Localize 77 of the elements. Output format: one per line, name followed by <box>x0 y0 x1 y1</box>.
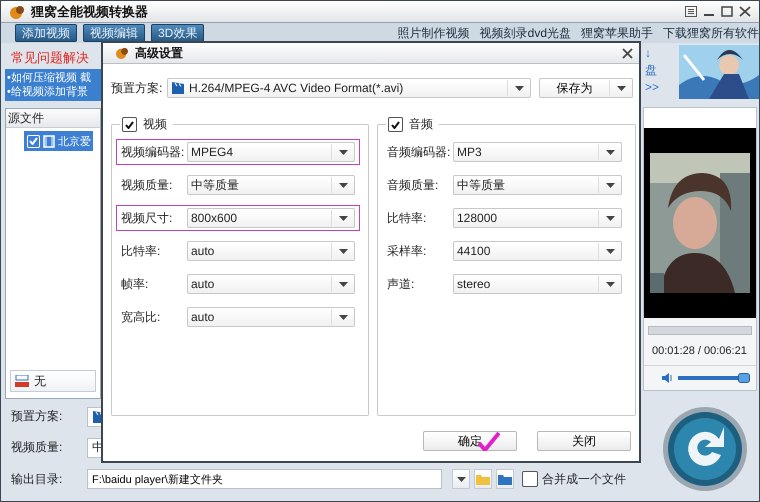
field-label: 视频质量: <box>11 439 64 456</box>
menu-icon[interactable] <box>685 6 697 17</box>
field-label: 输出目录: <box>11 470 64 488</box>
dropdown[interactable]: 128000 <box>453 208 622 228</box>
toolbar-link[interactable]: 照片制作视频 <box>398 24 470 42</box>
field-label: 音频编码器: <box>387 144 452 160</box>
field-label: 采样率: <box>387 242 428 260</box>
checkbox[interactable] <box>388 117 403 132</box>
time-display: 00:01:28 / 00:06:21 <box>651 344 748 359</box>
dialog-title: 高级设置 <box>135 44 183 62</box>
browse-button[interactable] <box>496 469 514 490</box>
dropdown[interactable]: MPEG4 <box>187 142 355 162</box>
checkbox-label: 合并成一个文件 <box>542 470 626 488</box>
dropdown[interactable]: auto <box>187 307 355 327</box>
speaker-icon[interactable] <box>662 373 674 383</box>
folder-icon <box>498 474 512 485</box>
dropdown[interactable]: stereo <box>453 274 622 294</box>
app-logo-icon <box>115 47 129 59</box>
folder-icon <box>476 474 490 485</box>
close-icon[interactable] <box>739 6 751 17</box>
toolbar-button[interactable]: 添加视频 <box>15 24 77 42</box>
save-as-button[interactable]: 保存为 <box>539 78 633 98</box>
faq-link[interactable]: •给视频添加背景 <box>7 85 99 99</box>
dropdown[interactable]: 800x600 <box>187 208 355 228</box>
ad-link[interactable]: 盘 <box>645 62 657 79</box>
toolbar-link[interactable]: 视频刻录dvd光盘 <box>480 24 571 42</box>
preset-dropdown[interactable]: H.264/MPEG-4 AVC Video Format(*.avi) <box>167 78 531 98</box>
convert-button[interactable] <box>661 405 749 493</box>
close-icon[interactable] <box>622 48 633 58</box>
window-title: 狸窝全能视频转换器 <box>31 2 148 20</box>
dropdown[interactable]: 中等质量 <box>453 175 622 195</box>
progress-track[interactable] <box>648 326 752 335</box>
group-title: 音频 <box>409 116 433 133</box>
volume-slider[interactable] <box>678 376 750 380</box>
field-label: 预置方案: <box>111 80 163 96</box>
field-label: 宽高比: <box>121 308 162 326</box>
toolbar-button[interactable]: 视频编辑 <box>83 24 145 42</box>
checkmark-icon <box>29 137 38 145</box>
dropdown[interactable]: MP3 <box>453 142 622 162</box>
column-header: 源文件 <box>6 109 100 128</box>
subtitle-icon <box>15 375 29 387</box>
field-label: 预置方案: <box>11 408 64 426</box>
maximize-icon[interactable] <box>721 6 733 17</box>
checkmark-icon <box>125 120 134 128</box>
field-label: 声道: <box>387 276 416 292</box>
field-label: 视频尺寸: <box>121 210 174 226</box>
checkmark-icon <box>391 120 400 128</box>
field-label: 视频质量: <box>121 176 174 194</box>
toolbar-button[interactable]: 3D效果 <box>151 24 204 42</box>
file-row[interactable]: 北京爱 <box>24 131 93 151</box>
dropdown[interactable]: 44100 <box>453 241 622 261</box>
clapperboard-icon <box>171 81 185 95</box>
dropdown-button[interactable] <box>452 469 470 490</box>
dropdown[interactable]: auto <box>187 274 355 294</box>
faq-link[interactable]: •如何压缩视频 截 <box>7 71 99 85</box>
field-label: 音频质量: <box>387 176 440 194</box>
checkbox[interactable] <box>122 117 137 132</box>
dialog-button[interactable]: 关闭 <box>537 431 631 451</box>
output-dir-field[interactable]: F:\baidu player\新建文件夹 <box>87 469 442 490</box>
field-label: 视频编码器: <box>121 144 186 160</box>
dropdown[interactable]: 中等质量 <box>187 175 355 195</box>
field-label: 比特率: <box>121 242 162 260</box>
app-logo-icon <box>9 4 25 18</box>
checkbox[interactable] <box>522 471 538 488</box>
ad-link[interactable]: ↓ <box>645 45 651 62</box>
toolbar-link[interactable]: 下载狸窝所有软件 <box>663 24 759 42</box>
caret-icon <box>456 476 466 482</box>
field-label: 比特率: <box>387 210 428 226</box>
subtitle-dropdown[interactable]: 无 <box>10 370 96 392</box>
faq-title: 常见问题解决 <box>10 49 90 67</box>
file-name: 北京爱 <box>58 134 91 148</box>
dropdown[interactable]: auto <box>187 241 355 261</box>
group-title: 视频 <box>143 116 167 133</box>
ad-link[interactable]: >> <box>645 79 660 96</box>
toolbar-link[interactable]: 狸窝苹果助手 <box>581 24 653 42</box>
field-label: 帧率: <box>121 276 150 292</box>
film-icon <box>43 134 55 148</box>
